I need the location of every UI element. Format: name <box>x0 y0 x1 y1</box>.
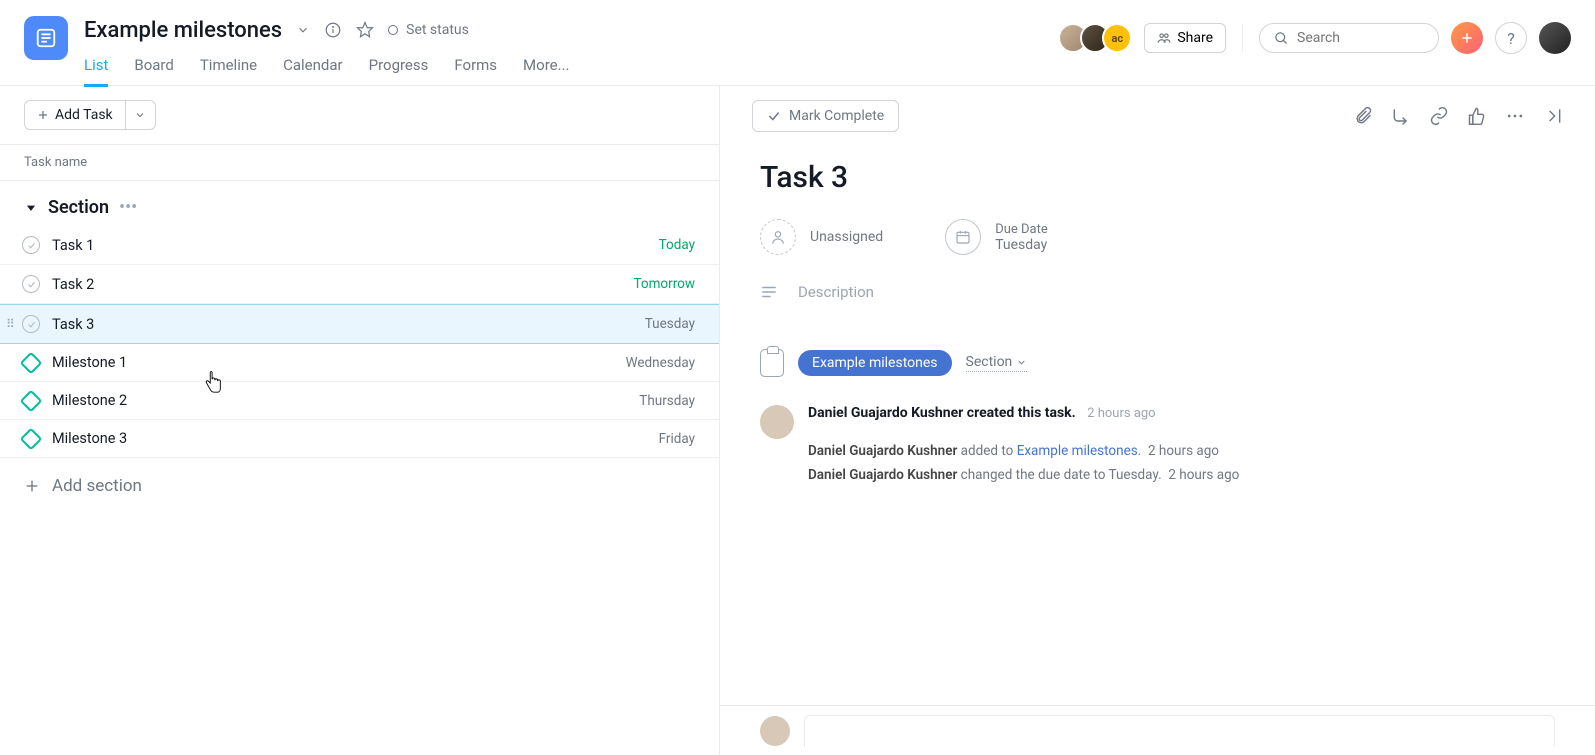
search-icon <box>1274 31 1289 46</box>
milestone-row[interactable]: Milestone 1Wednesday <box>0 344 719 382</box>
close-panel-icon[interactable] <box>1543 106 1563 126</box>
people-icon <box>1157 31 1171 45</box>
task-name: Task 1 <box>52 237 659 254</box>
task-name: Milestone 1 <box>52 354 626 371</box>
status-dot-icon <box>388 25 398 35</box>
divider <box>1242 24 1243 52</box>
complete-checkbox[interactable] <box>22 275 40 293</box>
activity-headline: Daniel Guajardo Kushner created this tas… <box>808 405 1076 421</box>
add-task-button[interactable]: Add Task <box>24 100 126 130</box>
task-date: Tomorrow <box>633 276 695 292</box>
milestone-icon[interactable] <box>20 427 43 450</box>
activity-avatar[interactable] <box>760 405 794 439</box>
clipboard-icon <box>760 349 784 377</box>
task-name: Task 2 <box>52 276 633 293</box>
activity-time: 2 hours ago <box>1087 406 1155 421</box>
milestone-icon[interactable] <box>20 389 43 412</box>
help-button[interactable]: ? <box>1495 22 1527 54</box>
tab-board[interactable]: Board <box>134 56 173 87</box>
section-title[interactable]: Section <box>48 197 109 218</box>
more-icon[interactable] <box>1505 106 1525 126</box>
project-icon[interactable] <box>24 16 68 60</box>
comment-avatar[interactable] <box>760 716 790 746</box>
me-avatar[interactable] <box>1539 22 1571 54</box>
task-row[interactable]: Task 2Tomorrow <box>0 265 719 304</box>
complete-checkbox[interactable] <box>22 236 40 254</box>
task-date: Thursday <box>639 393 695 409</box>
mark-complete-button[interactable]: Mark Complete <box>752 100 899 132</box>
tab-timeline[interactable]: Timeline <box>200 56 257 87</box>
task-date: Wednesday <box>626 355 695 371</box>
person-icon <box>760 219 796 255</box>
plus-icon <box>24 478 40 494</box>
task-date: Friday <box>659 431 695 447</box>
search-box[interactable] <box>1259 23 1439 53</box>
due-date-value: Tuesday <box>995 237 1048 253</box>
plus-icon <box>37 109 49 121</box>
create-button[interactable] <box>1451 22 1483 54</box>
task-row[interactable]: ⠿ Task 3Tuesday <box>0 304 719 344</box>
add-task-dropdown[interactable] <box>126 100 156 130</box>
section-select[interactable]: Section <box>966 354 1028 372</box>
star-icon[interactable] <box>356 21 374 39</box>
attachment-icon[interactable] <box>1353 106 1373 126</box>
description-field[interactable]: Description <box>760 283 1555 301</box>
search-input[interactable] <box>1297 30 1417 46</box>
milestone-row[interactable]: Milestone 2Thursday <box>0 382 719 420</box>
description-placeholder: Description <box>798 283 874 301</box>
activity-project-link[interactable]: Example milestones <box>1017 443 1138 459</box>
member-avatars[interactable]: ac <box>1066 23 1132 53</box>
tab-more[interactable]: More... <box>523 56 569 87</box>
chevron-down-icon <box>1016 357 1027 368</box>
link-icon[interactable] <box>1429 106 1449 126</box>
section-collapse-icon[interactable] <box>24 201 38 215</box>
like-icon[interactable] <box>1467 106 1487 126</box>
plus-icon <box>1460 31 1474 45</box>
comment-input[interactable] <box>804 715 1555 747</box>
task-detail-title[interactable]: Task 3 <box>760 160 1555 195</box>
activity-line: Daniel Guajardo Kushner changed the due … <box>808 463 1555 487</box>
add-section-button[interactable]: Add section <box>0 458 719 514</box>
tab-progress[interactable]: Progress <box>369 56 429 87</box>
task-name: Task 3 <box>52 316 645 333</box>
status-label: Set status <box>406 22 469 38</box>
check-icon <box>767 109 781 123</box>
share-button[interactable]: Share <box>1144 23 1226 53</box>
activity-time: 2 hours ago <box>1148 443 1219 459</box>
assignee-label: Unassigned <box>810 229 883 245</box>
due-date-label: Due Date <box>995 222 1048 237</box>
task-date: Today <box>659 237 695 253</box>
task-date: Tuesday <box>645 316 695 332</box>
milestone-row[interactable]: Milestone 3Friday <box>0 420 719 458</box>
due-date-field[interactable]: Due Date Tuesday <box>945 219 1048 255</box>
chevron-down-icon <box>134 109 146 121</box>
project-title[interactable]: Example milestones <box>84 18 282 43</box>
complete-checkbox[interactable] <box>22 315 40 333</box>
project-pill[interactable]: Example milestones <box>798 350 952 376</box>
tab-forms[interactable]: Forms <box>454 56 497 87</box>
milestone-icon[interactable] <box>20 351 43 374</box>
share-label: Share <box>1177 30 1213 46</box>
member-avatar[interactable]: ac <box>1102 23 1132 53</box>
task-name: Milestone 3 <box>52 430 659 447</box>
column-header-taskname: Task name <box>0 145 719 181</box>
add-section-label: Add section <box>52 476 142 496</box>
assignee-field[interactable]: Unassigned <box>760 219 883 255</box>
project-menu-caret[interactable] <box>296 23 310 37</box>
info-icon[interactable] <box>324 21 342 39</box>
set-status-button[interactable]: Set status <box>388 22 469 38</box>
tab-calendar[interactable]: Calendar <box>283 56 343 87</box>
add-task-label: Add Task <box>55 107 113 123</box>
activity-time: 2 hours ago <box>1168 467 1239 483</box>
section-more-icon[interactable]: ••• <box>119 197 137 218</box>
mark-complete-label: Mark Complete <box>789 108 884 124</box>
task-row[interactable]: Task 1Today <box>0 226 719 265</box>
task-name: Milestone 2 <box>52 392 639 409</box>
subtask-icon[interactable] <box>1391 106 1411 126</box>
calendar-icon <box>945 219 981 255</box>
drag-handle-icon[interactable]: ⠿ <box>6 317 13 331</box>
description-icon <box>760 283 778 301</box>
tab-list[interactable]: List <box>84 56 108 87</box>
activity-line: Daniel Guajardo Kushner added to Example… <box>808 439 1555 463</box>
